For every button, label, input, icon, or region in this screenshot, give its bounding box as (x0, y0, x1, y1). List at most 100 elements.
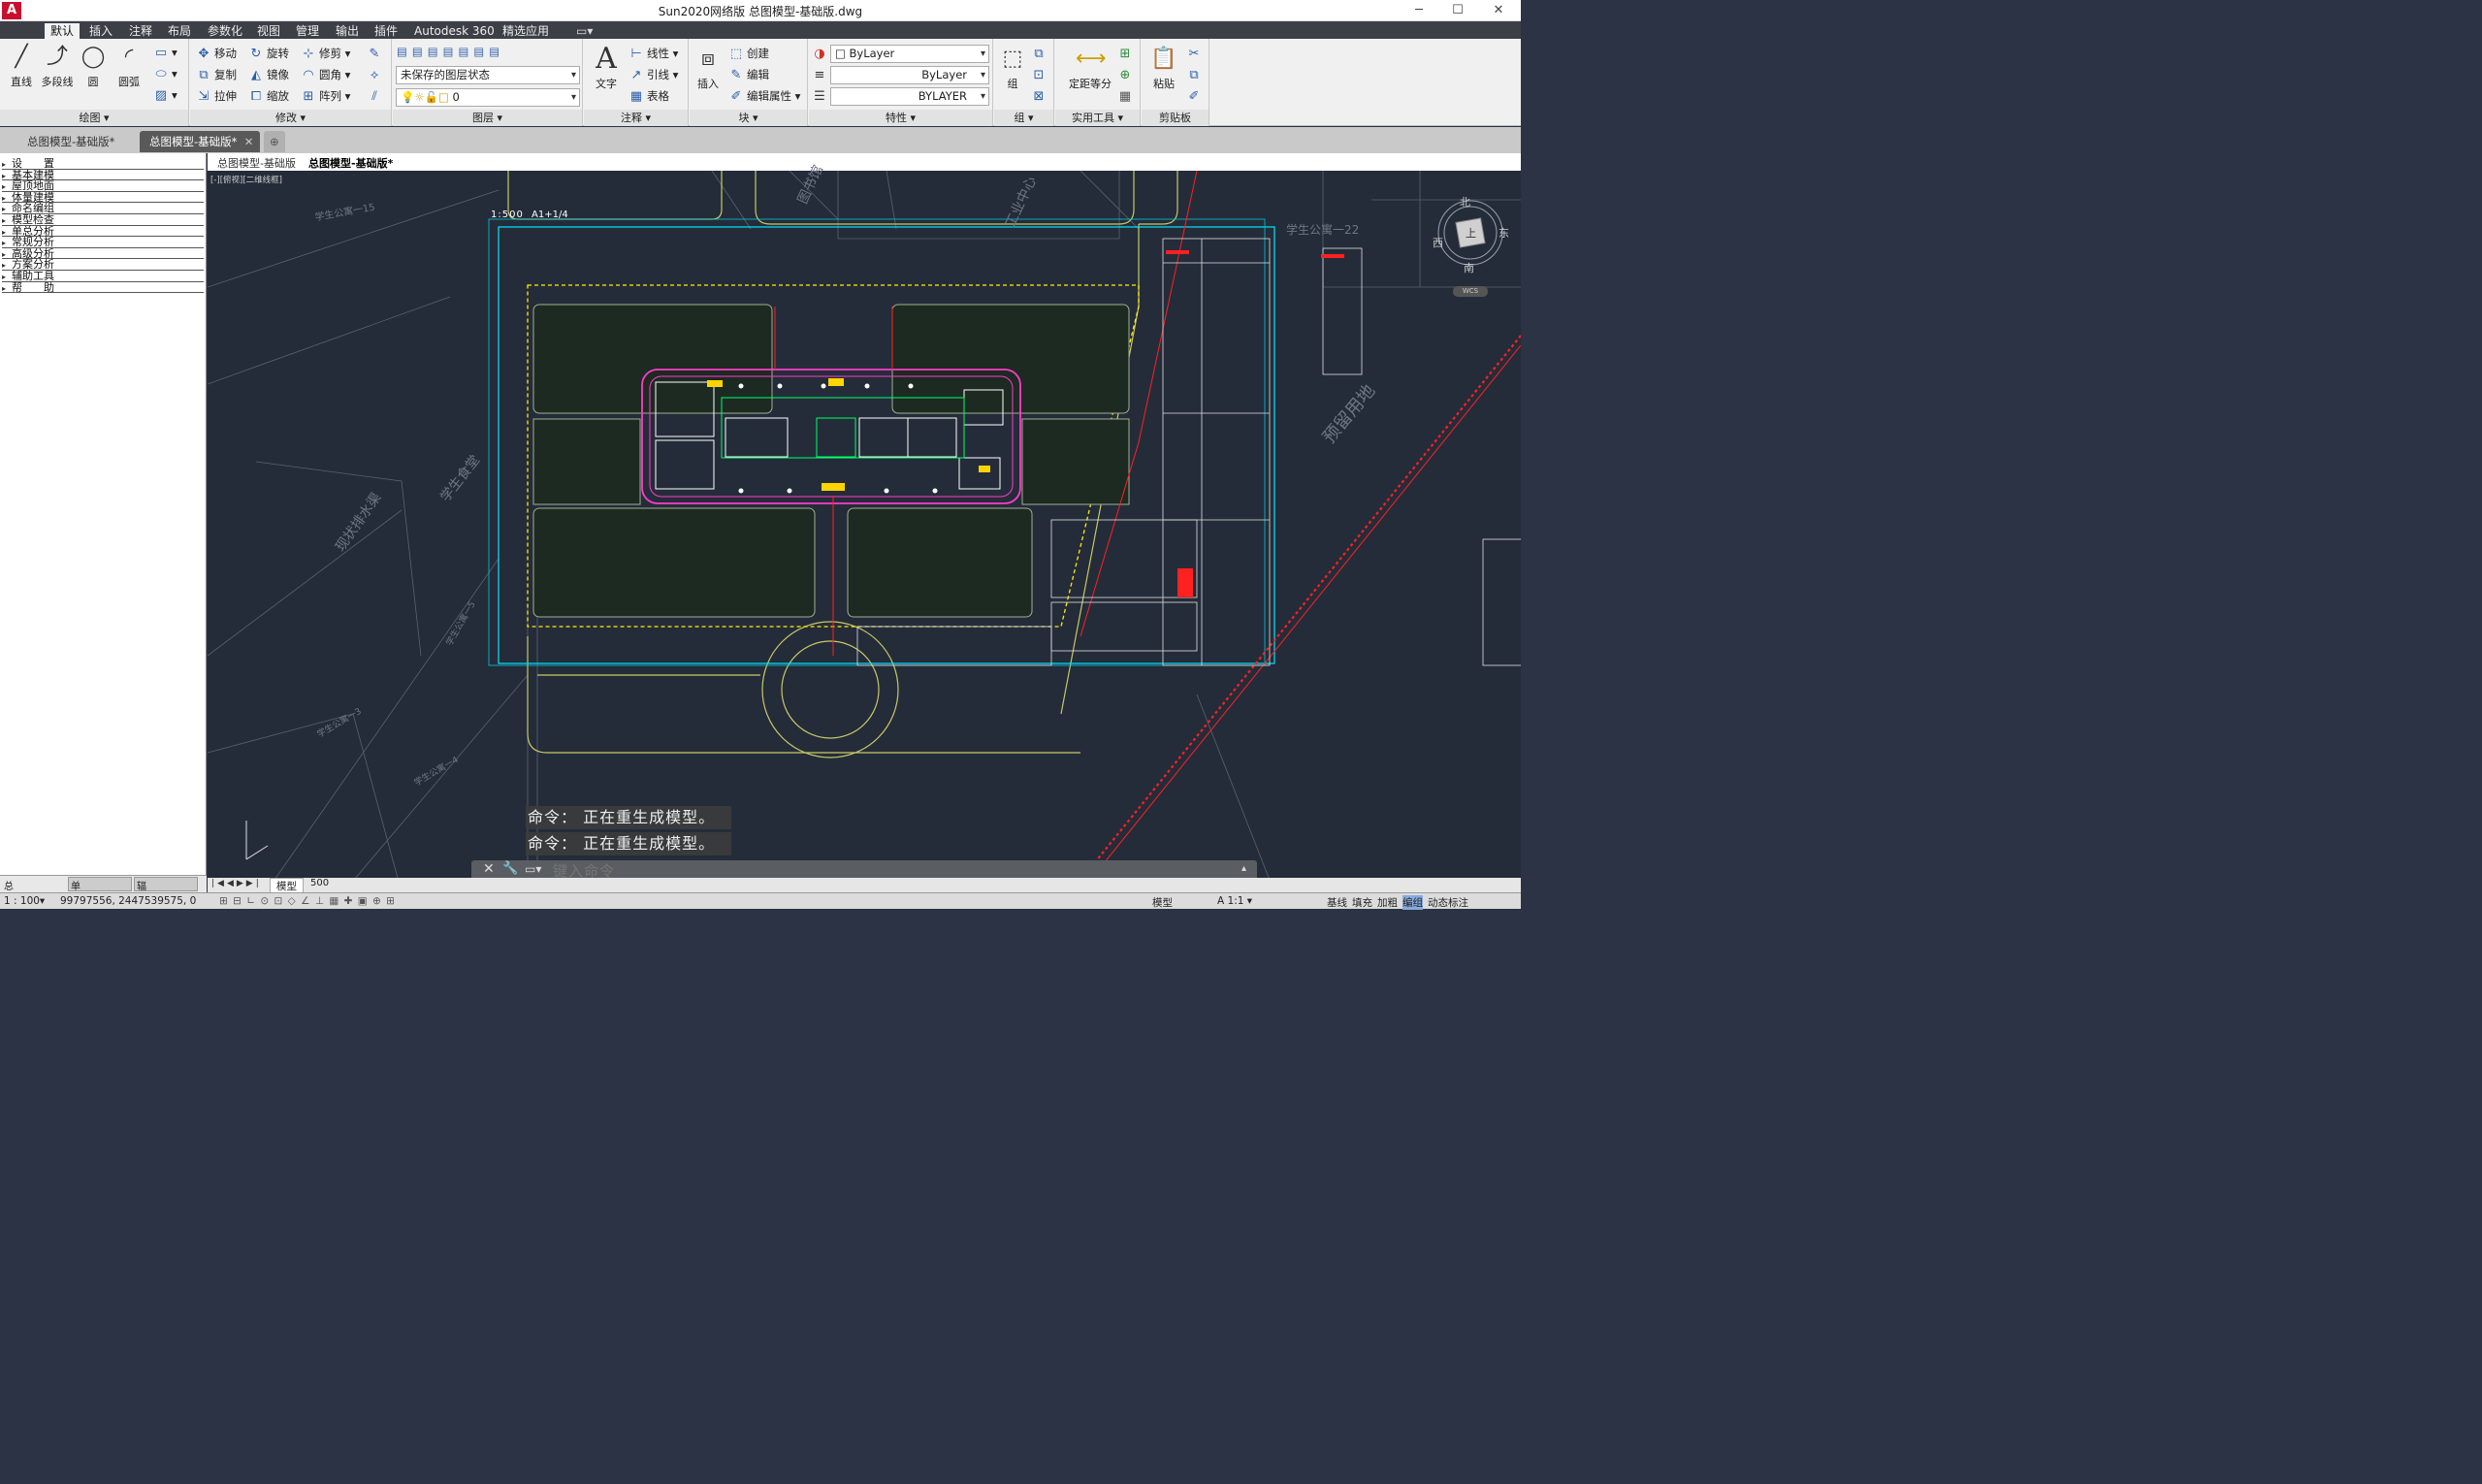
explode-button[interactable]: ⟡ (367, 65, 385, 84)
erase-button[interactable]: ✎ (367, 44, 385, 63)
status-dynamic-dim[interactable]: 动态标注 (1428, 895, 1468, 910)
recent-commands-icon[interactable]: ▭▾ (525, 862, 541, 876)
cut-button[interactable]: ✂ (1186, 44, 1205, 63)
layout-tab-500[interactable]: 500 (305, 878, 335, 888)
measure-button[interactable]: ⟷ 定距等分 (1061, 45, 1119, 91)
linear-dim-button[interactable]: ⊢ 线性 ▾ (629, 44, 678, 63)
text-button[interactable]: A 文字 (588, 45, 625, 91)
layout-tab-model[interactable]: 模型 (270, 878, 304, 892)
close-tab-icon[interactable]: ✕ (244, 131, 254, 152)
tab-insert[interactable]: 插入 (83, 23, 118, 39)
copy-button[interactable]: ⧉ 复制 (196, 65, 237, 84)
tab-featured-apps[interactable]: 精选应用 (497, 23, 555, 39)
left-panel-item[interactable]: ▸ 帮 助 (2, 282, 204, 294)
rectangle-button[interactable]: ▭ ▾ (153, 43, 177, 62)
ungroup-button[interactable]: ⧉ (1031, 44, 1049, 63)
mirror-button[interactable]: ◭ 镜像 (248, 65, 289, 84)
paste-button[interactable]: 📋 粘贴 (1145, 45, 1182, 91)
layer-dropdown[interactable]: 💡☼🔓□ 0 (396, 88, 580, 107)
fillet-button[interactable]: ◠ 圆角 ▾ (301, 65, 350, 84)
tab-parametric[interactable]: 参数化 (202, 23, 248, 39)
status-group[interactable]: 编组 (1402, 895, 1423, 910)
move-button[interactable]: ✥ 移动 (196, 44, 237, 63)
stretch-button[interactable]: ⇲ 拉伸 (196, 86, 237, 106)
status-fill[interactable]: 填充 (1352, 895, 1372, 910)
tab-default[interactable]: 默认 (45, 23, 81, 39)
create-block-button[interactable]: ⬚ 创建 (728, 44, 769, 63)
panel-layer-label[interactable]: 图层 ▾ (393, 110, 582, 126)
status-bold[interactable]: 加粗 (1377, 895, 1398, 910)
select-similar-button[interactable]: ⊕ (1117, 65, 1136, 84)
tab-layout[interactable]: 布局 (162, 23, 197, 39)
insert-block-button[interactable]: ⧈ 插入 (690, 45, 726, 91)
circle-button[interactable]: ◯ 圆 (75, 43, 112, 89)
leader-button[interactable]: ↗ 引线 ▾ (629, 65, 679, 84)
status-scale[interactable]: 1 : 100▾ (4, 895, 45, 907)
table-button[interactable]: ▦ 表格 (629, 86, 669, 106)
tab-view[interactable]: 视图 (251, 23, 286, 39)
maximize-button[interactable]: ☐ (1443, 2, 1472, 19)
doc-tab-1[interactable]: 总图模型-基础版* (17, 131, 124, 152)
minimize-button[interactable]: ─ (1404, 2, 1434, 19)
new-tab-button[interactable]: ⊕ (264, 131, 285, 152)
panel-annotation-label[interactable]: 注释 ▾ (584, 110, 688, 126)
customize-wrench-icon[interactable]: 🔧 (502, 861, 518, 876)
linetype-dropdown[interactable]: ByLayer (830, 66, 989, 84)
wcs-menu[interactable]: WCS (1453, 286, 1488, 297)
tab-plugins[interactable]: 插件 (369, 23, 403, 39)
trim-button[interactable]: ⊹ 修剪 ▾ (301, 44, 351, 63)
compass-west: 西 (1433, 237, 1443, 249)
doc-tab-2[interactable]: 总图模型-基础版* ✕ (140, 131, 261, 152)
layout-nav-arrows[interactable]: |◀◀▶▶| (211, 879, 262, 888)
array-button[interactable]: ⊞ 阵列 ▾ (301, 86, 351, 106)
drafting-toggle-icons[interactable]: ⊞ ⊟ ∟ ⊙ ⊡ ◇ ∠ ⊥ ▦ ✚ ▣ ⊕ ⊞ (219, 895, 396, 907)
edit-attributes-button[interactable]: ✐ 编辑属性 ▾ (728, 86, 801, 106)
status-baseline[interactable]: 基线 (1327, 895, 1347, 910)
annotation-scale[interactable]: A 1:1 ▾ (1217, 895, 1252, 907)
panel-modify-label[interactable]: 修改 ▾ (190, 110, 391, 126)
window-title: Sun2020网络版 总图模型-基础版.dwg (658, 5, 863, 18)
offset-button[interactable]: ⫽ (367, 86, 385, 106)
command-expand-icon[interactable]: ▴ (1241, 863, 1246, 874)
arc-button[interactable]: ◜ 圆弧 (111, 43, 147, 89)
tab-output[interactable]: 输出 (330, 23, 365, 39)
layer-tools-icons[interactable]: ▤▤▤▤▤▤▤ (397, 42, 504, 61)
tab-autodesk360[interactable]: Autodesk 360 (408, 23, 500, 39)
match-properties-icon[interactable]: ◑ (812, 44, 830, 63)
hatch-button[interactable]: ▨ ▾ (153, 85, 177, 105)
viewport-tab-model[interactable]: 总图模型-基础版 (217, 155, 296, 171)
tab-manage[interactable]: 管理 (290, 23, 325, 39)
panel-properties-label[interactable]: 特性 ▾ (809, 110, 992, 126)
color-dropdown[interactable]: □ ByLayer (830, 45, 989, 63)
calculator-button[interactable]: ▦ (1117, 86, 1136, 106)
copy-clip-button[interactable]: ⧉ (1186, 65, 1205, 84)
compass-top[interactable]: 上 (1466, 225, 1476, 241)
viewport-tab-active[interactable]: 总图模型-基础版* (308, 155, 393, 171)
close-command-icon[interactable]: ✕ (483, 861, 495, 877)
left-panel-tab-single[interactable]: 单 (68, 877, 132, 892)
close-button[interactable]: ✕ (1484, 2, 1513, 19)
tab-annotate[interactable]: 注释 (123, 23, 158, 39)
drawing-viewport[interactable]: 总图模型-基础版 总图模型-基础版* [-][俯视][二维线框] 1:500 A… (208, 153, 1521, 892)
match-prop-button[interactable]: ✐ (1186, 86, 1205, 106)
status-model-space[interactable]: 模型 (1152, 895, 1173, 910)
group-button[interactable]: ⬚ 组 (994, 45, 1031, 91)
lineweight-dropdown[interactable]: BYLAYER (830, 87, 989, 106)
panel-utilities-label[interactable]: 实用工具 ▾ (1055, 110, 1140, 126)
left-panel-tab-radiation[interactable]: 辐 (134, 877, 198, 892)
scale-button[interactable]: ⧠ 缩放 (248, 86, 289, 106)
expand-arrow-icon: ▸ (2, 227, 7, 237)
line-button[interactable]: ╱ 直线 (3, 43, 40, 89)
panel-block-label[interactable]: 块 ▾ (690, 110, 807, 126)
group-edit-button[interactable]: ⊡ (1031, 65, 1049, 84)
panel-group-label[interactable]: 组 ▾ (994, 110, 1053, 126)
panel-draw-label[interactable]: 绘图 ▾ (0, 110, 188, 126)
group-select-button[interactable]: ⊠ (1031, 86, 1049, 106)
quick-calc-button[interactable]: ⊞ (1117, 44, 1136, 63)
layer-state-dropdown[interactable]: 未保存的图层状态 (396, 66, 580, 84)
polyline-button[interactable]: ⤴ 多段线 (39, 43, 76, 89)
ellipse-button[interactable]: ⬭ ▾ (153, 64, 177, 83)
tab-overflow-icon[interactable]: ▭▾ (570, 23, 598, 39)
rotate-button[interactable]: ↻ 旋转 (248, 44, 289, 63)
edit-block-button[interactable]: ✎ 编辑 (728, 65, 769, 84)
